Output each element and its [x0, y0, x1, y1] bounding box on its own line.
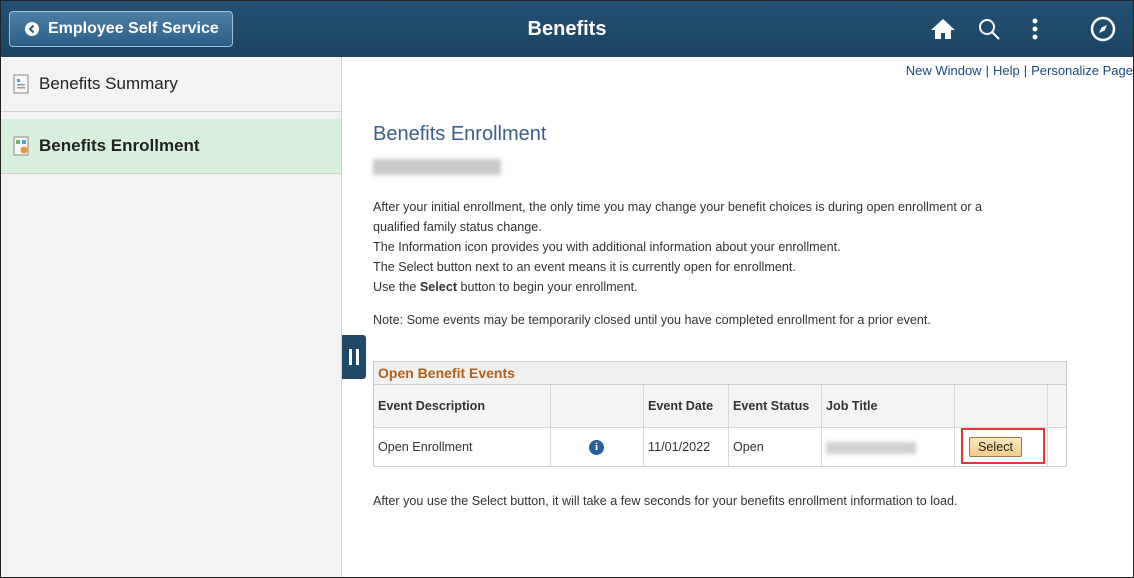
column-header: Event Status: [728, 385, 822, 428]
header-bar: Employee Self Service Benefits: [1, 1, 1133, 57]
table-header-row: Event Description Event Date Event Statu…: [374, 385, 1066, 428]
chevron-left-icon: [24, 21, 40, 37]
sidebar-item-label: Benefits Summary: [39, 74, 178, 93]
info-cell: i: [550, 427, 644, 466]
personalize-page-link[interactable]: Personalize Page: [1031, 63, 1133, 78]
column-header: Job Title: [821, 385, 955, 428]
column-header: [550, 385, 644, 428]
sidebar-item-label: Benefits Enrollment: [39, 136, 200, 155]
empty-cell: [1047, 427, 1066, 466]
home-icon[interactable]: [927, 13, 959, 45]
app-frame: Employee Self Service Benefits Benefits …: [0, 0, 1134, 578]
column-header: [954, 385, 1048, 428]
events-table: Event Description Event Date Event Statu…: [374, 385, 1066, 466]
link-separator: |: [985, 63, 989, 78]
event-status: Open: [728, 427, 822, 466]
instruction-line: After your initial enrollment, the only …: [373, 200, 983, 234]
column-header: Event Date: [643, 385, 729, 428]
open-benefit-events-grid: Open Benefit Events Event Description Ev…: [373, 361, 1067, 467]
text-fragment: Use the: [373, 280, 420, 294]
select-button[interactable]: Select: [969, 437, 1023, 457]
more-options-icon[interactable]: [1019, 13, 1051, 45]
column-header-empty: [1047, 385, 1066, 428]
select-cell: Select: [954, 427, 1048, 466]
instruction-line: The Select button next to an event means…: [373, 260, 796, 274]
text-fragment: button to begin your enrollment.: [457, 280, 638, 294]
help-link[interactable]: Help: [993, 63, 1020, 78]
job-title-redacted: [826, 441, 916, 454]
page-title: Benefits Enrollment: [373, 123, 547, 145]
navbar-compass-icon[interactable]: [1087, 13, 1119, 45]
search-icon[interactable]: [973, 13, 1005, 45]
event-description: Open Enrollment: [374, 427, 551, 466]
back-button-label: Employee Self Service: [48, 20, 219, 37]
link-separator: |: [1023, 63, 1028, 78]
info-icon[interactable]: i: [589, 439, 604, 455]
table-row: Open Enrollment i 11/01/2022 Open Select: [374, 427, 1066, 466]
grid-title: Open Benefit Events: [374, 362, 1066, 385]
event-date: 11/01/2022: [643, 427, 729, 466]
new-window-link[interactable]: New Window: [906, 63, 982, 78]
page-links: New Window | Help | Personalize Page: [906, 63, 1133, 78]
enrollment-icon: [13, 136, 29, 156]
pause-bar-icon: [356, 349, 359, 365]
column-header: Event Description: [374, 385, 551, 428]
sidebar: Benefits Summary Benefits Enrollment: [1, 57, 342, 577]
sidebar-item-benefits-summary[interactable]: Benefits Summary: [1, 57, 341, 112]
back-button[interactable]: Employee Self Service: [9, 11, 233, 47]
instructions: After your initial enrollment, the only …: [373, 197, 1013, 297]
job-title-cell: [821, 427, 955, 466]
instruction-line: Use the Select button to begin your enro…: [373, 277, 1013, 297]
sidebar-item-benefits-enrollment[interactable]: Benefits Enrollment: [1, 119, 341, 174]
select-wrapper: Select: [959, 428, 1045, 464]
collapse-sidebar-button[interactable]: [342, 335, 366, 379]
document-icon: [13, 74, 29, 94]
footer-note: After you use the Select button, it will…: [373, 494, 958, 508]
pause-bar-icon: [349, 349, 352, 365]
text-fragment-bold: Select: [419, 280, 458, 294]
select-spacer: Select: [969, 437, 1023, 457]
note-text: Note: Some events may be temporarily clo…: [373, 313, 931, 327]
employee-name-redacted: [373, 159, 501, 175]
instruction-line: The Information icon provides you with a…: [373, 240, 841, 254]
